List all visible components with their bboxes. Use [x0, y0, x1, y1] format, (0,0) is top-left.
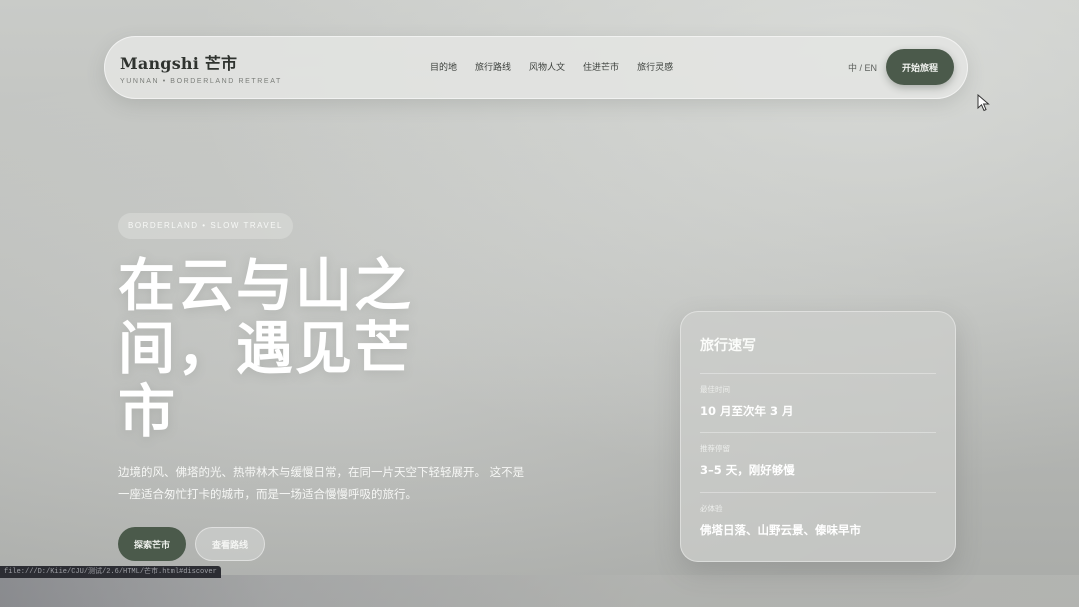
card-row-recommended-stay: 推荐停留 3–5 天，刚好够慢: [700, 432, 936, 478]
row-value: 3–5 天，刚好够慢: [700, 463, 795, 477]
brand-title: Mangshi 芒市: [120, 54, 238, 73]
hero-title: 在云与山之间，遇见芒市: [118, 252, 413, 445]
nav-link-routes[interactable]: 旅行路线: [475, 60, 511, 73]
row-value: 10 月至次年 3 月: [700, 404, 794, 418]
mouse-cursor-icon: [977, 94, 990, 112]
nav-link-culture[interactable]: 风物人文: [529, 60, 565, 73]
travel-summary-card: 旅行速写 最佳时间 10 月至次年 3 月 推荐停留 3–5 天，刚好够慢 必体…: [680, 311, 956, 562]
start-journey-button[interactable]: 开始旅程: [886, 49, 954, 85]
view-route-button[interactable]: 查看路线: [195, 527, 265, 561]
hero-badge: BORDERLAND • SLOW TRAVEL: [118, 213, 293, 239]
nav-link-destinations[interactable]: 目的地: [430, 60, 457, 73]
language-switch[interactable]: 中 / EN: [848, 61, 877, 74]
nav-links: 目的地 旅行路线 风物人文 住进芒市 旅行灵感: [430, 60, 691, 73]
nav-link-inspiration[interactable]: 旅行灵感: [637, 60, 673, 73]
explore-button[interactable]: 探索芒市: [118, 527, 186, 561]
bottom-shade: [0, 575, 1079, 607]
row-value: 佛塔日落、山野云景、傣味早市: [700, 523, 861, 537]
card-title: 旅行速写: [700, 338, 756, 354]
nav-link-stay[interactable]: 住进芒市: [583, 60, 619, 73]
row-label: 必体验: [700, 504, 723, 513]
row-label: 最佳时间: [700, 385, 730, 394]
brand-subtitle: YUNNAN • BORDERLAND RETREAT: [120, 78, 282, 85]
card-row-best-time: 最佳时间 10 月至次年 3 月: [700, 373, 936, 419]
hero-description: 边境的风、佛塔的光、热带林木与缓慢日常，在同一片天空下轻轻展开。 这不是一座适合…: [118, 465, 525, 501]
brand[interactable]: Mangshi 芒市 YUNNAN • BORDERLAND RETREAT: [120, 50, 282, 85]
top-navigation: Mangshi 芒市 YUNNAN • BORDERLAND RETREAT 目…: [104, 36, 968, 99]
row-label: 推荐停留: [700, 444, 730, 453]
status-bar-url: file:///D:/Kiie/CJU/测试/2.6/HTML/芒市.html#…: [0, 566, 221, 578]
card-row-must-experience: 必体验 佛塔日落、山野云景、傣味早市: [700, 492, 936, 538]
